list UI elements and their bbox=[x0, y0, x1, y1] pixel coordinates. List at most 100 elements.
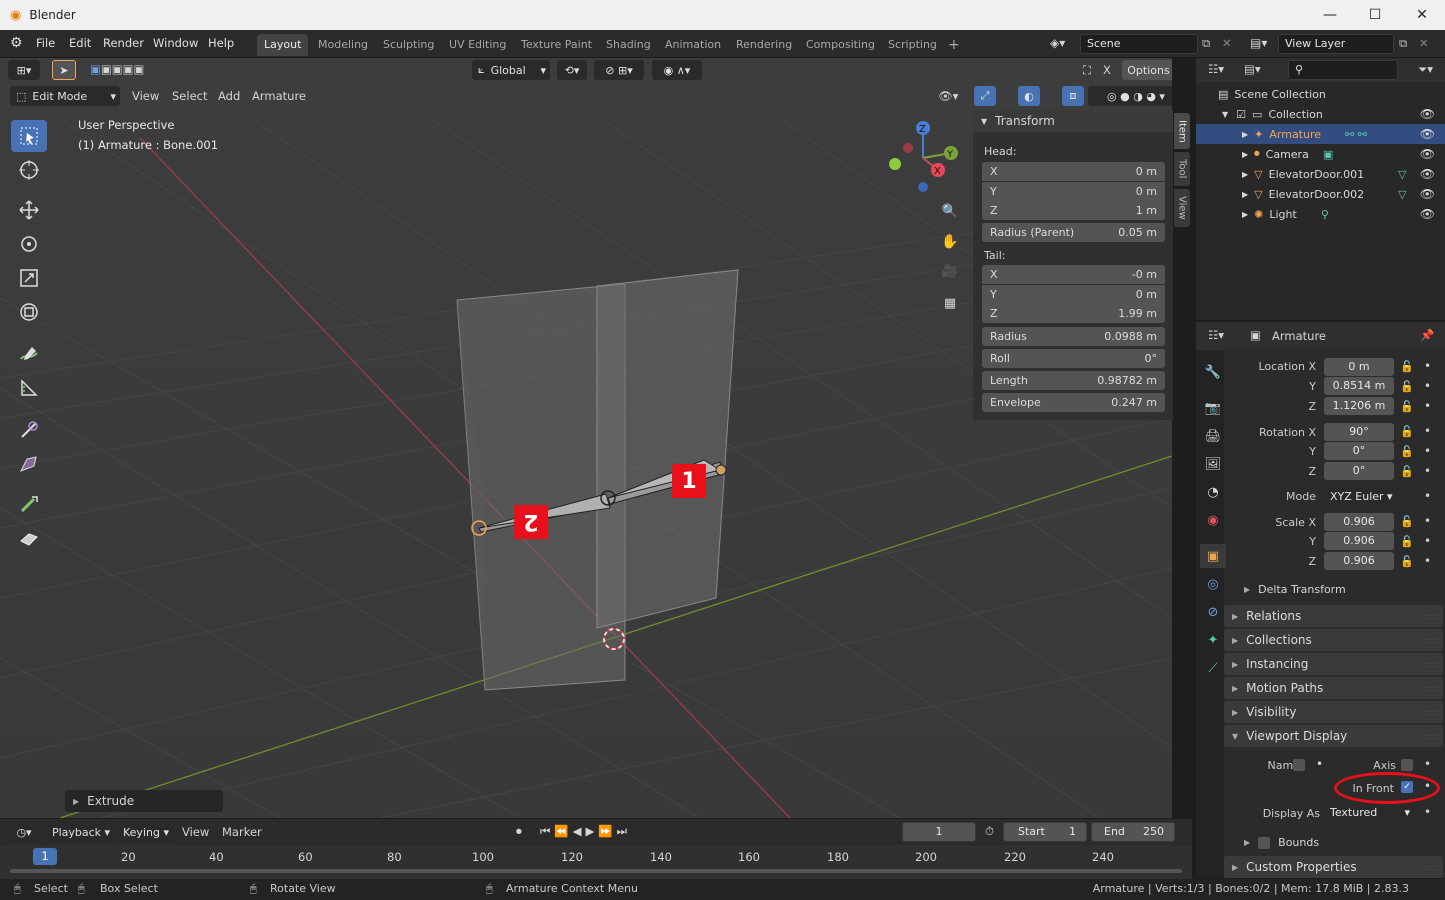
eye-icon[interactable]: 👁 bbox=[1420, 147, 1435, 161]
envelope-field[interactable]: Envelope 0.247 m bbox=[982, 393, 1165, 412]
tab-layout[interactable]: Layout bbox=[257, 34, 309, 56]
world-tab-icon[interactable]: ◉ bbox=[1200, 508, 1226, 532]
lock-icon[interactable]: 🔓 bbox=[1400, 535, 1414, 548]
bone-tab-icon[interactable]: ⟋ bbox=[1200, 656, 1226, 680]
timeline-menu-marker[interactable]: Marker bbox=[222, 825, 262, 839]
tab-rendering[interactable]: Rendering bbox=[729, 34, 799, 56]
sidebar-tab-item[interactable]: Item bbox=[1174, 113, 1190, 149]
maximize-button[interactable]: ☐ bbox=[1352, 0, 1398, 30]
tab-modeling[interactable]: Modeling bbox=[311, 34, 375, 56]
mode-dropdown[interactable]: ⬚ Edit Mode ▾ bbox=[10, 86, 120, 106]
scene-field[interactable]: Scene bbox=[1080, 34, 1198, 54]
viewport-menu-select[interactable]: Select bbox=[172, 89, 207, 103]
outliner-search-input[interactable]: ⚲ bbox=[1288, 60, 1398, 80]
gizmo-icon[interactable]: ⤢ bbox=[974, 86, 996, 106]
lock-icon[interactable]: 🔓 bbox=[1400, 360, 1414, 373]
lock-icon[interactable]: 🔓 bbox=[1400, 555, 1414, 568]
radius-field[interactable]: Radius 0.0988 m bbox=[982, 327, 1165, 346]
record-icon[interactable]: ⏺ bbox=[516, 824, 522, 839]
blender-menu-icon[interactable]: ⚙ bbox=[10, 35, 23, 51]
roll-field[interactable]: Roll 0° bbox=[982, 349, 1165, 368]
rotation-z-field[interactable]: 0° bbox=[1324, 462, 1394, 480]
timeline-editor-icon[interactable]: ◷▾ bbox=[8, 822, 40, 842]
pivot-point-icon[interactable]: ⟲▾ bbox=[557, 60, 587, 80]
mesh-data-icon[interactable]: ▽ bbox=[1398, 168, 1406, 181]
view-layer-tab-icon[interactable]: 🖼 bbox=[1200, 452, 1226, 476]
physics-tab-icon[interactable]: ◎ bbox=[1200, 572, 1226, 596]
timeline-ruler[interactable]: 1 20 40 60 80 100 120 140 160 180 200 22… bbox=[0, 845, 1192, 873]
bounds-checkbox[interactable] bbox=[1258, 836, 1271, 849]
tail-x-field[interactable]: X -0 m bbox=[982, 265, 1165, 284]
lock-icon[interactable]: 🔓 bbox=[1400, 380, 1414, 393]
keyframe-dot-icon[interactable]: • bbox=[1424, 379, 1431, 393]
delete-scene-icon[interactable]: ✕ bbox=[1222, 36, 1232, 50]
select-tool-icon[interactable]: ➤ bbox=[52, 60, 76, 80]
viewport-menu-armature[interactable]: Armature bbox=[252, 89, 306, 103]
close-button[interactable]: ✕ bbox=[1399, 0, 1445, 30]
scale-y-field[interactable]: 0.906 bbox=[1324, 532, 1394, 550]
keying-dropdown[interactable]: Keying ▾ bbox=[118, 822, 174, 842]
head-x-field[interactable]: X0 m bbox=[982, 162, 1165, 181]
tab-texture-paint[interactable]: Texture Paint bbox=[514, 34, 599, 56]
menu-window[interactable]: Window bbox=[153, 36, 198, 50]
timeline-menu-view[interactable]: View bbox=[182, 825, 209, 839]
sidebar-tab-view[interactable]: View bbox=[1174, 189, 1190, 227]
scale-z-field[interactable]: 0.906 bbox=[1324, 552, 1394, 570]
axis-checkbox[interactable] bbox=[1401, 759, 1413, 771]
tool-shear[interactable] bbox=[11, 522, 47, 554]
playback-dropdown[interactable]: Playback ▾ bbox=[48, 822, 114, 842]
radius-parent-field[interactable]: Radius (Parent) 0.05 m bbox=[982, 223, 1165, 242]
new-scene-icon[interactable]: ⧉ bbox=[1202, 36, 1210, 51]
keyframe-dot-icon[interactable]: • bbox=[1424, 514, 1431, 528]
end-frame-field[interactable]: End 250 bbox=[1091, 822, 1175, 842]
outliner-row-scene-collection[interactable]: ▤ Scene Collection bbox=[1196, 84, 1445, 104]
outliner-editor-icon[interactable]: ☷▾ bbox=[1208, 62, 1224, 76]
keyframe-dot-icon[interactable]: • bbox=[1424, 399, 1431, 413]
options-dropdown[interactable]: Options ▾ bbox=[1122, 60, 1172, 80]
checkbox-icon[interactable]: ☑ bbox=[1236, 108, 1246, 121]
add-workspace-button[interactable]: + bbox=[941, 34, 967, 56]
menu-edit[interactable]: Edit bbox=[69, 36, 91, 50]
mirror-x-icon[interactable]: X bbox=[1103, 63, 1111, 77]
visibility-icon[interactable]: 👁▾ bbox=[938, 89, 958, 103]
tool-bone-size[interactable] bbox=[11, 448, 47, 480]
zoom-icon[interactable]: 🔍 bbox=[938, 204, 962, 228]
location-x-field[interactable]: 0 m bbox=[1324, 358, 1394, 376]
camera-view-icon[interactable]: 🎥 bbox=[938, 264, 962, 288]
viewport-menu-view[interactable]: View bbox=[132, 89, 159, 103]
new-view-layer-icon[interactable]: ⧉ bbox=[1399, 36, 1407, 51]
tail-z-field[interactable]: Z 1.99 m bbox=[982, 304, 1165, 323]
playback-controls-icons[interactable]: ⏮⏪◀▶⏩⏭ bbox=[540, 824, 631, 839]
keyframe-dot-icon[interactable]: • bbox=[1424, 757, 1431, 771]
editor-type-dropdown[interactable]: ⊞▾ bbox=[8, 60, 40, 80]
eye-icon[interactable]: 👁 bbox=[1420, 107, 1435, 121]
tool-move[interactable] bbox=[11, 194, 47, 226]
rotation-mode-dropdown[interactable]: XYZ Euler ▾ bbox=[1324, 488, 1394, 506]
outliner-row-light[interactable]: ▶ ✺ Light ⚲ 👁 bbox=[1196, 204, 1445, 224]
start-frame-field[interactable]: Start 1 bbox=[1003, 822, 1087, 842]
outliner-row-camera[interactable]: ▶ ⏺ Camera ▣ 👁 bbox=[1196, 144, 1445, 164]
camera-data-icon[interactable]: ▣ bbox=[1323, 148, 1333, 161]
keyframe-dot-icon[interactable]: • bbox=[1424, 424, 1431, 438]
navigation-gizmo[interactable]: Z Y X bbox=[880, 118, 970, 198]
head-z-field[interactable]: Z1 m bbox=[982, 201, 1165, 220]
object-tab-icon[interactable]: ▣ bbox=[1200, 544, 1226, 568]
outliner-row-elevatordoor-001[interactable]: ▶ ▽ ElevatorDoor.001 ▽ 👁 bbox=[1196, 164, 1445, 184]
section-relations[interactable]: ▶ Relations:::: bbox=[1224, 605, 1443, 627]
lock-icon[interactable]: 🔓 bbox=[1400, 515, 1414, 528]
shading-mode-icons[interactable]: ◎ ● ◑ ◕ ▾ bbox=[1088, 86, 1172, 106]
keyframe-dot-icon[interactable]: • bbox=[1424, 534, 1431, 548]
menu-render[interactable]: Render bbox=[103, 36, 144, 50]
section-instancing[interactable]: ▶ Instancing:::: bbox=[1224, 653, 1443, 675]
transform-affect-icon[interactable]: ⛶ bbox=[1083, 63, 1091, 78]
keyframe-dot-icon[interactable]: • bbox=[1424, 359, 1431, 373]
pan-hand-icon[interactable]: ✋ bbox=[938, 234, 962, 258]
lock-icon[interactable]: 🔓 bbox=[1400, 425, 1414, 438]
tool-select-box[interactable] bbox=[11, 120, 47, 152]
timeline-scrollbar[interactable] bbox=[10, 869, 1182, 873]
eye-icon[interactable]: 👁 bbox=[1420, 187, 1435, 201]
section-collections[interactable]: ▶ Collections:::: bbox=[1224, 629, 1443, 651]
tool-transform[interactable] bbox=[11, 296, 47, 328]
minimize-button[interactable]: — bbox=[1307, 0, 1353, 30]
xray-icon[interactable]: ⧈ bbox=[1062, 86, 1084, 106]
